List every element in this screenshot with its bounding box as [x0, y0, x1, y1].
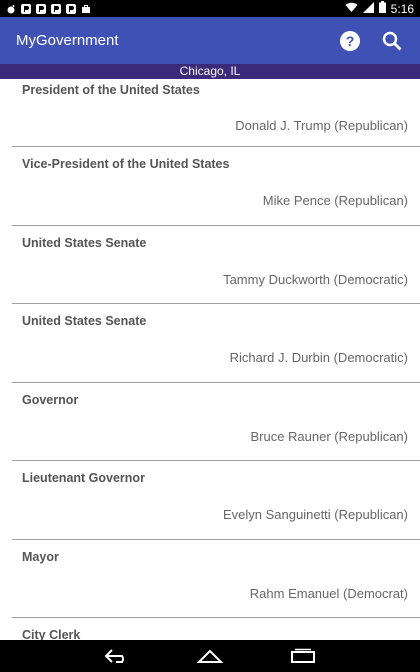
help-icon[interactable]: ?: [338, 29, 362, 53]
office-title: Vice-President of the United States: [22, 157, 230, 171]
official-name: Rahm Emanuel (Democrat): [249, 585, 408, 601]
svg-text:?: ?: [346, 33, 355, 49]
office-title: President of the United States: [22, 83, 200, 97]
list-item[interactable]: Governor Bruce Rauner (Republican): [12, 383, 420, 461]
pandora-icon: [21, 3, 31, 14]
official-name: Bruce Rauner (Republican): [250, 428, 408, 444]
signal-icon: [362, 1, 374, 16]
status-indicators: 5:16: [345, 1, 414, 16]
office-title: Governor: [22, 392, 79, 407]
office-title: Lieutenant Governor: [22, 471, 145, 485]
official-name: Mike Pence (Republican): [262, 193, 408, 208]
office-title: United States Senate: [22, 235, 147, 250]
office-title: City Clerk: [22, 628, 81, 640]
back-icon[interactable]: [100, 645, 134, 667]
list-item[interactable]: United States Senate Richard J. Durbin (…: [12, 304, 420, 383]
pandora-icon: [36, 3, 46, 14]
app-title: MyGovernment: [16, 32, 119, 49]
navigation-bar: [0, 640, 420, 672]
official-name: Tammy Duckworth (Democratic): [223, 271, 408, 287]
status-bar: 5:16: [0, 0, 420, 17]
list-item[interactable]: Mayor Rahm Emanuel (Democrat): [12, 540, 420, 618]
home-icon[interactable]: [193, 645, 227, 667]
list-item[interactable]: Vice-President of the United States Mike…: [12, 147, 420, 226]
reddit-icon: [6, 4, 16, 14]
officials-list: President of the United States Donald J.…: [12, 79, 420, 640]
location-bar: Chicago, IL: [0, 64, 420, 79]
list-item[interactable]: Lieutenant Governor Evelyn Sanguinetti (…: [12, 461, 420, 540]
office-title: Mayor: [22, 549, 59, 564]
official-name: Donald J. Trump (Republican): [235, 118, 408, 133]
briefcase-icon: [81, 4, 91, 14]
notification-icons: [6, 3, 91, 14]
list-item[interactable]: City Clerk: [12, 618, 420, 640]
official-name: Evelyn Sanguinetti (Republican): [223, 507, 408, 522]
wifi-icon: [345, 2, 358, 16]
clock: 5:16: [390, 1, 414, 16]
list-item[interactable]: President of the United States Donald J.…: [12, 79, 420, 147]
office-title: United States Senate: [22, 314, 147, 328]
app-bar: MyGovernment ?: [0, 17, 420, 64]
pandora-icon: [51, 3, 61, 14]
battery-icon: [378, 1, 386, 16]
recents-icon[interactable]: [286, 645, 320, 667]
app-actions: ?: [338, 29, 404, 53]
search-icon[interactable]: [380, 29, 404, 53]
list-item[interactable]: United States Senate Tammy Duckworth (De…: [12, 226, 420, 304]
pandora-icon: [66, 3, 76, 14]
official-name: Richard J. Durbin (Democratic): [229, 350, 408, 365]
